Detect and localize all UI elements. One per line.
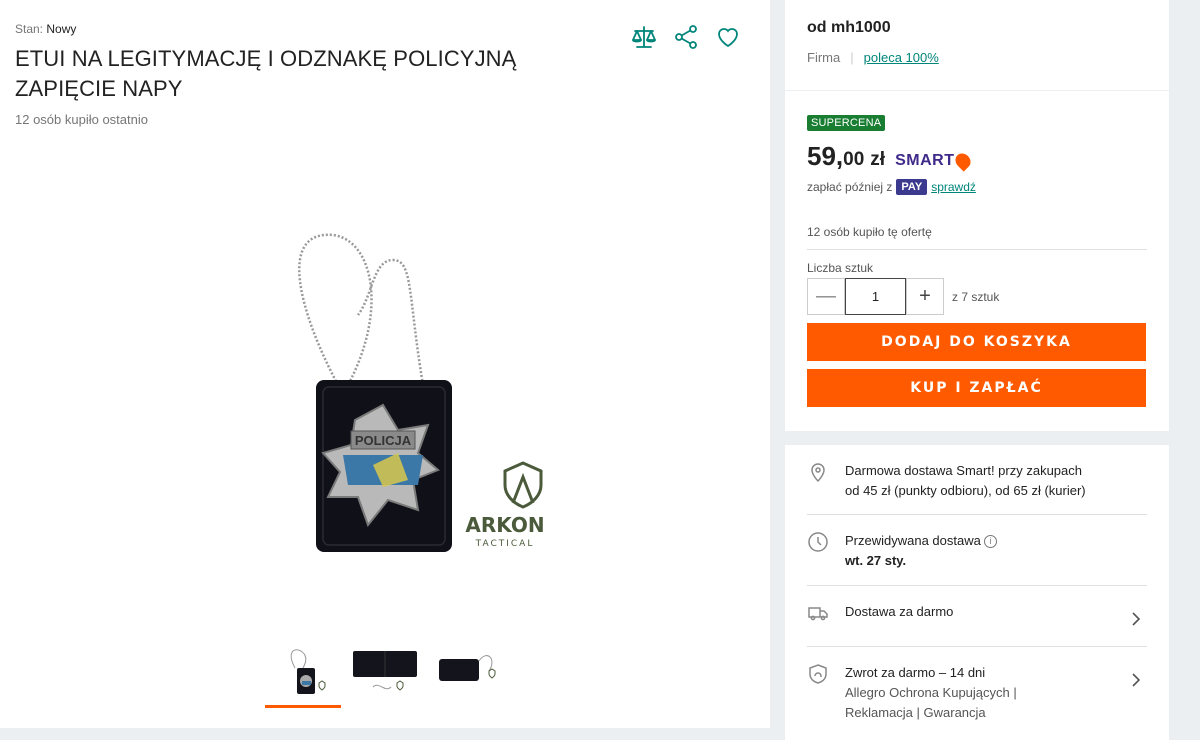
delivery-panel: Darmowa dostawa Smart! przy zakupach od …	[785, 445, 1169, 740]
brand-sub: TACTICAL	[475, 539, 535, 549]
price-main: 59,	[807, 141, 844, 171]
clock-icon	[808, 532, 828, 552]
divider	[807, 249, 1147, 250]
free-delivery-label: Dostawa za darmo	[845, 604, 954, 619]
divider	[807, 514, 1147, 515]
pay-check-link[interactable]: sprawdź	[931, 180, 976, 194]
divider	[807, 585, 1147, 586]
truck-icon	[808, 607, 828, 621]
product-panel: Stan: Nowy ETUI NA LEGITYMACJĘ I ODZNAKĘ…	[0, 0, 770, 728]
chevron-right-icon	[1132, 673, 1141, 687]
supercena-badge: SUPERCENA	[807, 115, 886, 131]
quantity-plus-button[interactable]: +	[906, 278, 944, 315]
thumbnail-2[interactable]	[347, 640, 423, 704]
condition-value: Nowy	[46, 22, 77, 36]
product-actions	[630, 23, 742, 51]
shield-icon	[809, 664, 827, 684]
seller-name[interactable]: od mh1000	[807, 19, 891, 37]
buy-now-button[interactable]: KUP I ZAPŁAĆ	[807, 369, 1146, 407]
pay-logo: PAY	[896, 179, 928, 195]
smart-delivery-line2: od 45 zł (punkty odbioru), od 65 zł (kur…	[845, 483, 1086, 498]
product-main-image[interactable]: POLICJA ARKON TACTICAL	[183, 135, 581, 625]
thumbnail-3[interactable]	[429, 640, 505, 704]
quantity-input[interactable]	[845, 278, 906, 315]
price-cents: 00	[843, 149, 865, 170]
seller-info: Firma | poleca 100%	[807, 50, 939, 65]
free-delivery-row[interactable]: Dostawa za darmo	[807, 602, 1147, 632]
quantity-minus-button[interactable]: —	[807, 278, 845, 315]
bought-recently: 12 osób kupiło ostatnio	[15, 112, 148, 127]
product-title: ETUI NA LEGITYMACJĘ I ODZNAKĘ POLICYJNĄ …	[15, 46, 517, 101]
quantity-available: z 7 sztuk	[952, 289, 1000, 304]
badge-text: POLICJA	[355, 433, 412, 448]
quantity-stepper: — + z 7 sztuk	[807, 278, 999, 315]
price-panel: SUPERCENA 59, 00 zł SMART zapłać później …	[785, 91, 1169, 431]
heart-icon[interactable]	[714, 23, 742, 51]
estimated-label: Przewidywana dostawa	[845, 533, 981, 548]
info-icon[interactable]: i	[983, 535, 997, 549]
add-to-cart-button[interactable]: DODAJ DO KOSZYKA	[807, 323, 1146, 361]
seller-recommend-link[interactable]: poleca 100%	[864, 50, 939, 65]
price-currency: zł	[870, 149, 886, 170]
offer-bought: 12 osób kupiło tę ofertę	[807, 225, 932, 239]
seller-type: Firma	[807, 50, 841, 65]
estimated-date: wt. 27 sty.	[845, 553, 907, 568]
smart-logo: SMART	[895, 150, 975, 172]
chevron-right-icon	[1132, 612, 1141, 626]
pay-later: zapłać później z PAY sprawdź	[807, 179, 976, 195]
thumbnail-1[interactable]	[265, 640, 341, 708]
returns-label: Zwrot za darmo – 14 dni	[845, 665, 986, 680]
returns-sub2: Reklamacja | Gwarancja	[845, 705, 986, 720]
location-pin-icon	[811, 463, 825, 483]
seller-separator: |	[850, 50, 854, 65]
thumbnails	[265, 640, 505, 708]
smart-label: SMART	[895, 152, 955, 169]
scales-icon[interactable]	[630, 23, 658, 51]
smart-delivery-line1: Darmowa dostawa Smart! przy zakupach	[845, 463, 1082, 478]
pay-later-text: zapłać później z	[807, 180, 893, 194]
seller-panel: od mh1000 Firma | poleca 100%	[785, 0, 1169, 90]
returns-row[interactable]: Zwrot za darmo – 14 dni Allegro Ochrona …	[807, 663, 1147, 725]
quantity-label: Liczba sztuk	[807, 261, 874, 275]
brand-name: ARKON	[465, 513, 544, 537]
condition-label: Stan:	[15, 22, 44, 36]
price: 59, 00 zł SMART	[807, 141, 975, 172]
condition: Stan: Nowy	[15, 22, 76, 36]
share-icon[interactable]	[672, 23, 700, 51]
smart-icon	[952, 150, 975, 172]
divider	[807, 646, 1147, 647]
returns-sub1: Allegro Ochrona Kupujących |	[845, 685, 1017, 700]
